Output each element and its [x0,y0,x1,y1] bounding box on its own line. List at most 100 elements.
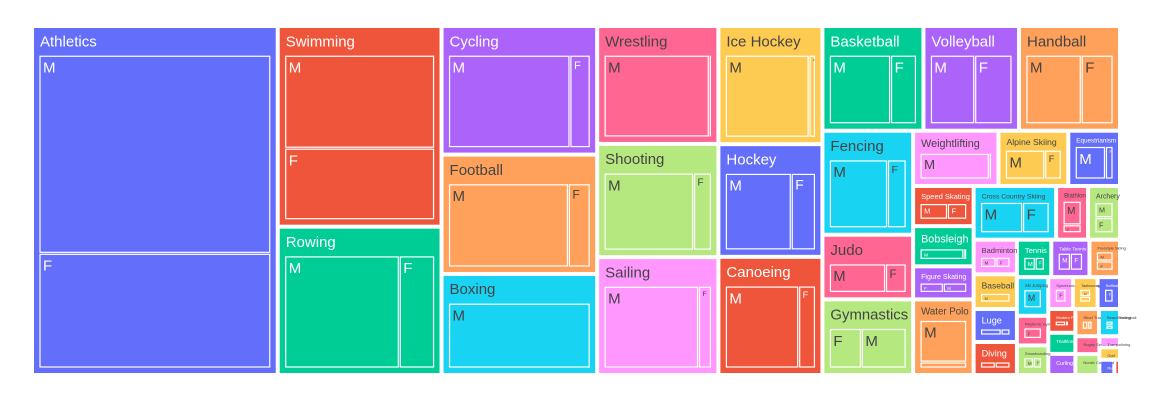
gender-label: M [608,177,621,194]
treemap-tile-rugby[interactable]: Rugby [1101,361,1119,373]
treemap-tile-athletics[interactable]: Athletics M F [34,28,276,373]
treemap-tile-handball[interactable]: Handball M F [1020,28,1118,129]
treemap-tile-rowing[interactable]: Rowing M F [279,228,440,373]
gender-label: M [1099,206,1105,215]
gender-tile[interactable] [995,362,1010,368]
treemap-tile-basketball[interactable]: Basketball M F [824,28,922,129]
treemap-tile-baseball[interactable]: Baseball M [975,276,1015,307]
treemap-tile-shooting[interactable]: Shooting M F [599,145,717,256]
sport-tile[interactable] [1116,361,1118,373]
treemap-tile-weightlifting[interactable]: Weightlifting M [915,132,997,184]
gender-tile[interactable] [964,249,967,259]
treemap-tile-tennis[interactable]: Tennis M F [1018,241,1050,276]
gender-tile[interactable] [285,55,435,148]
gender-label: F [703,291,707,298]
treemap-tile-beach-volleyball[interactable]: Beach Volleyball [1101,311,1136,335]
treemap-tile-ski-jumping[interactable]: Ski Jumping M [1018,279,1049,314]
gender-label: F [574,60,581,72]
sport-label: Wrestling [605,33,667,50]
gender-tile[interactable] [981,362,995,368]
gender-tile[interactable] [1106,321,1113,325]
treemap-tile-equestrianism[interactable]: Equestrianism M F [1070,132,1118,184]
gender-label: F [698,178,704,189]
treemap-tile-football[interactable]: Football M F [443,156,596,272]
gender-label: M [608,60,621,77]
treemap-tile-boxing[interactable]: Boxing M [443,275,596,373]
treemap-tile-lacrosse[interactable]: Lacrosse [1116,361,1139,373]
treemap-tile-ice-hockey[interactable]: Ice Hockey M F [720,28,821,143]
gender-tile[interactable] [1055,321,1066,326]
gender-label: F [1039,261,1042,266]
gender-tile[interactable] [39,253,271,368]
treemap-tile-curling[interactable]: Curling [1050,355,1074,373]
treemap-tile-sailing[interactable]: Sailing M F [599,259,717,373]
treemap-tile-diving[interactable]: Diving [975,343,1015,373]
treemap-tile-canoeing[interactable]: Canoeing M F [720,258,821,373]
gender-label: M [289,260,302,277]
gender-tile[interactable] [1082,321,1088,329]
gender-tile[interactable] [1088,321,1092,329]
sport-tile[interactable] [915,268,972,298]
treemap-tile-alpine-skiing[interactable]: Alpine Skiing M F [1000,132,1067,184]
gender-tile[interactable] [448,55,570,148]
treemap-tile-volleyball[interactable]: Volleyball M F [925,28,1017,129]
gender-tile[interactable] [809,55,816,137]
gender-tile[interactable] [1065,321,1068,326]
treemap-tile-archery[interactable]: Archery MF [1090,187,1120,238]
gender-tile[interactable] [1080,296,1091,302]
gender-tile[interactable] [285,256,399,368]
treemap-tile-judo[interactable]: Judo M F [824,236,912,298]
sport-label: Basketball [830,33,899,50]
treemap-tile-cycling[interactable]: Cycling M F [443,28,596,153]
gender-tile[interactable] [981,257,996,267]
treemap-tile-golf[interactable]: Golf [1101,349,1118,358]
treemap-tile-cross-country-skiing[interactable]: Cross Country Skiing M F [975,187,1055,238]
gender-label: M [729,178,742,195]
gender-label: F [1067,228,1069,232]
gender-label: M [985,207,998,224]
treemap-tile-water-polo[interactable]: Water Polo M [915,301,972,373]
gender-tile[interactable] [285,148,435,220]
sport-label: Triathlon [1056,339,1073,344]
sport-label: Badminton [982,246,1018,255]
treemap-tile-speed-skating[interactable]: Speed Skating M F [915,187,972,225]
gender-label: F [1099,221,1104,230]
treemap-tile-figure-skating[interactable]: Figure SkatingF M [915,268,972,298]
gender-tile[interactable] [920,362,967,368]
treemap-tile-biathlon[interactable]: Biathlon M F [1058,187,1087,238]
gender-tile[interactable] [996,257,1010,267]
treemap-tile-badminton[interactable]: Badminton M F [975,241,1018,273]
sport-label: Ski Jumping [1025,283,1049,288]
sport-label: Golf [1107,353,1115,358]
sport-label: Volleyball [931,33,994,50]
treemap-tile-luge[interactable]: Luge [975,310,1015,340]
treemap-tile-freestyle-skiing[interactable]: Freestyle SkiingMF [1091,241,1126,276]
sport-label: Taekwondo [1081,283,1102,288]
gender-tile[interactable] [981,329,1001,335]
treemap-tile-swimming[interactable]: Swimming M F [279,28,440,225]
sport-label: Archery [1096,194,1120,201]
treemap-tile-hockey[interactable]: Hockey M F [720,146,821,255]
gender-label: M [1028,361,1032,366]
sport-label: Luge [982,316,1002,326]
gender-tile[interactable] [448,303,590,368]
gender-label: M [924,252,928,257]
gender-tile[interactable] [1106,325,1113,329]
treemap-tile-softball[interactable]: SoftballF [1099,279,1119,308]
gender-tile[interactable] [39,55,271,253]
treemap-tile-table-tennis[interactable]: Table Tennis M F [1053,241,1088,276]
gender-tile[interactable] [1001,329,1010,335]
treemap-tile-taekwondo[interactable]: TaekwondoM [1074,279,1102,308]
gender-label: M [934,60,947,77]
sport-label: Figure Skating [921,274,966,281]
treemap-tile-wrestling[interactable]: Wrestling M [599,28,717,142]
treemap-tile-triathlon[interactable]: Triathlon [1050,334,1074,352]
treemap-tile-fencing[interactable]: Fencing M F [824,132,912,233]
treemap-tile-snowboarding[interactable]: SnowboardingM F [1018,347,1051,373]
gender-tile[interactable] [448,184,568,267]
gender-label: F [979,60,988,77]
gender-tile[interactable] [698,286,711,368]
sport-label: Bobsleigh [921,233,968,245]
treemap-tile-bobsleigh[interactable]: Bobsleigh M [915,228,972,265]
treemap-tile-gymnastics[interactable]: Gymnastics F M [824,301,912,373]
